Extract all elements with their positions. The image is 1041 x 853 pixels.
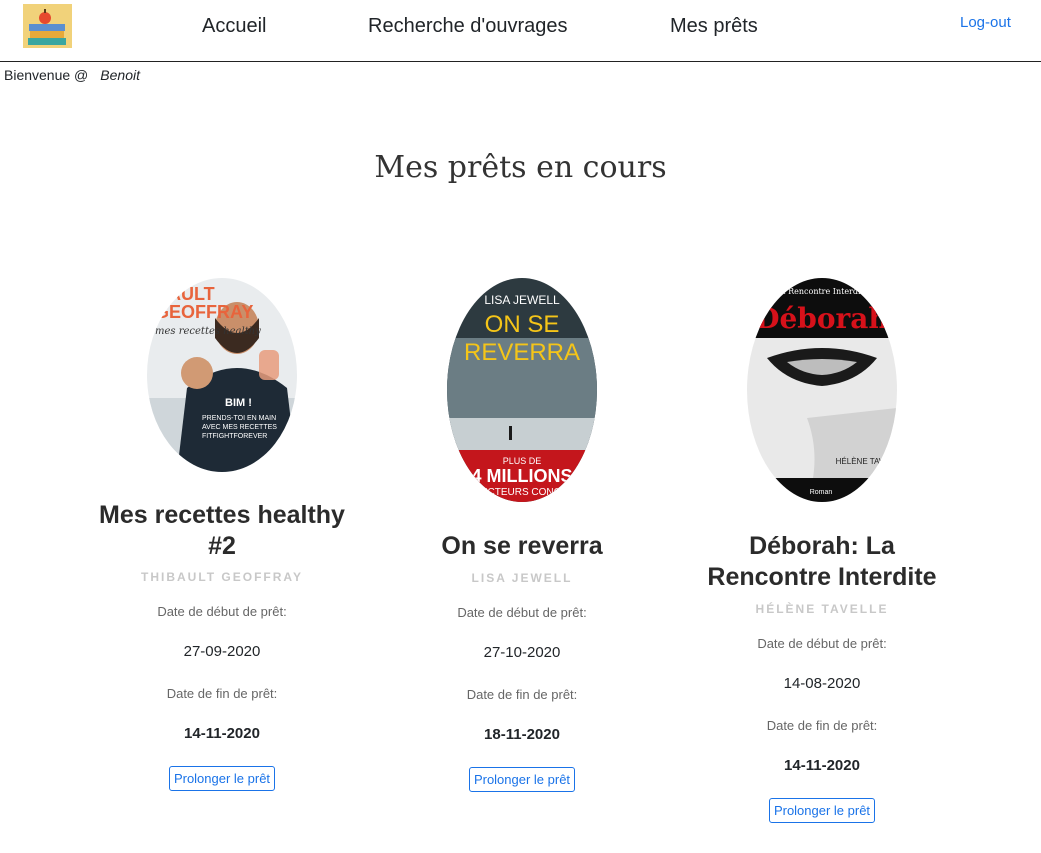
book-cover-image: La Rencontre Interdite Déborah HÉLÈNE TA…	[747, 278, 897, 502]
book-title: On se reverra	[441, 532, 603, 560]
end-date-label: Date de fin de prêt:	[766, 718, 878, 733]
cover-text: 4 MILLIONS	[471, 466, 572, 486]
cover-text: ON SE	[485, 311, 560, 338]
start-date-label: Date de début de prêt:	[457, 605, 587, 620]
extend-loan-button[interactable]: Prolonger le prêt	[168, 766, 276, 791]
cover-text: PRENDS-TOI EN MAIN	[202, 415, 276, 422]
book-cover-image: BAULT GEOFFRAY mes recettes healthy BIM …	[147, 278, 297, 472]
extend-loan-button[interactable]: Prolonger le prêt	[468, 767, 576, 792]
cover-text: REVERRA	[464, 339, 580, 366]
nav-home-link[interactable]: Accueil	[202, 15, 266, 38]
cover-text: GEOFFRAY	[155, 302, 253, 322]
cover-text: mes recettes healthy	[155, 326, 261, 337]
cover-text: Roman	[810, 489, 833, 496]
end-date: 14-11-2020	[184, 725, 260, 742]
loan-card: BAULT GEOFFRAY mes recettes healthy BIM …	[97, 278, 347, 791]
cover-text: Déborah	[755, 302, 889, 335]
cover-text: LISA JEWELL	[484, 293, 560, 307]
loan-card: La Rencontre Interdite Déborah HÉLÈNE TA…	[697, 278, 947, 823]
navbar: Accueil Recherche d'ouvrages Mes prêts L…	[0, 0, 1041, 62]
logo-books-apple-icon[interactable]	[23, 4, 72, 48]
loan-card: LISA JEWELL ON SE REVERRA PLUS DE 4 MILL…	[397, 278, 647, 792]
cover-text: AVEC MES RECETTES	[202, 424, 277, 431]
logout-link[interactable]: Log-out	[960, 14, 1011, 31]
cover-text: BAULT	[155, 284, 215, 304]
extend-loan-button[interactable]: Prolonger le prêt	[768, 798, 876, 823]
end-date-label: Date de fin de prêt:	[166, 686, 278, 701]
cover-text: FITFIGHTFOREVER	[202, 433, 267, 440]
page-title: Mes prêts en cours	[374, 150, 667, 185]
end-date: 18-11-2020	[484, 726, 560, 743]
start-date-label: Date de début de prêt:	[157, 604, 287, 619]
welcome-message: Bienvenue @ Benoit	[4, 67, 140, 83]
end-date-label: Date de fin de prêt:	[466, 687, 578, 702]
end-date: 14-11-2020	[784, 757, 860, 774]
start-date: 14-08-2020	[783, 675, 861, 692]
nav-loans-link[interactable]: Mes prêts	[670, 15, 758, 38]
book-author: Lisa Jewell	[471, 571, 573, 585]
welcome-prefix: Bienvenue @	[4, 67, 89, 83]
cover-text: LECTEURS CONQU	[475, 487, 568, 498]
book-cover-image: LISA JEWELL ON SE REVERRA PLUS DE 4 MILL…	[447, 278, 597, 502]
nav-search-link[interactable]: Recherche d'ouvrages	[368, 15, 568, 38]
book-author: Hélène Tavelle	[755, 602, 889, 616]
cover-text: BIM !	[225, 397, 252, 409]
book-author: Thibault Geoffray	[141, 570, 303, 584]
cover-text: La Rencontre Interdite	[775, 287, 868, 296]
book-title: Mes recettes healthy #2	[99, 501, 345, 560]
book-title: Déborah: La Rencontre Interdite	[707, 532, 937, 591]
cover-text: PLUS DE	[503, 456, 542, 466]
welcome-username: Benoit	[100, 67, 140, 83]
start-date-label: Date de début de prêt:	[757, 636, 887, 651]
cover-text: HÉLÈNE TAVELL	[836, 457, 897, 466]
start-date: 27-09-2020	[183, 643, 261, 660]
start-date: 27-10-2020	[483, 644, 561, 661]
